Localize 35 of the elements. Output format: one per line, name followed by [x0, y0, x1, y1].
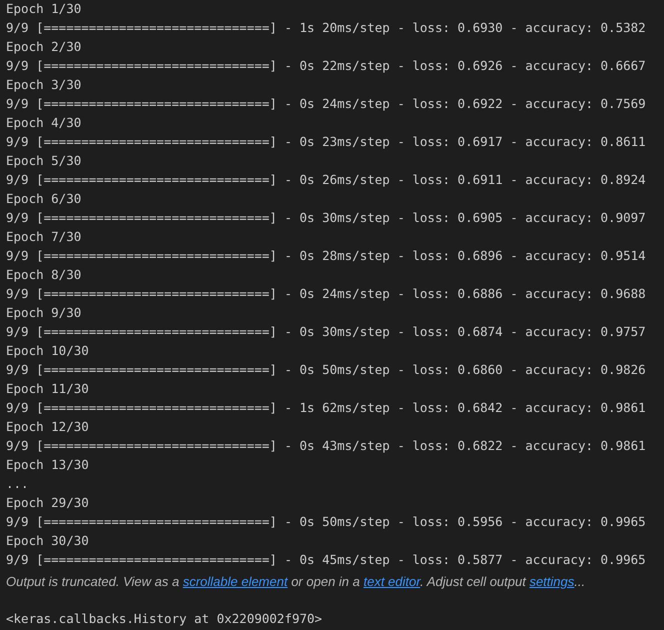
output-line: Epoch 1/30: [6, 0, 82, 18]
output-line: Epoch 8/30: [6, 266, 82, 284]
output-line: 9/9 [==============================] - 0s 22ms/step - loss: 0.6926 - accuracy: 0.6667: [6, 57, 646, 75]
output-line: Epoch 11/30: [6, 380, 89, 398]
notice-link[interactable]: scrollable element: [182, 574, 288, 589]
output-line: 9/9 [==============================] - 0s 26ms/step - loss: 0.6911 - accuracy: 0.8924: [6, 171, 646, 189]
output-line: 9/9 [==============================] - 0s 23ms/step - loss: 0.6917 - accuracy: 0.8611: [6, 133, 646, 151]
output-line: 9/9 [==============================] - 0s 24ms/step - loss: 0.6922 - accuracy: 0.7569: [6, 95, 646, 113]
output-line: 9/9 [==============================] - 0s 28ms/step - loss: 0.6896 - accuracy: 0.9514: [6, 247, 646, 265]
output-line: Epoch 4/30: [6, 114, 82, 132]
output-line: Epoch 10/30: [6, 342, 89, 360]
output-line: Epoch 29/30: [6, 494, 89, 512]
output-line: 9/9 [==============================] - 0s 50ms/step - loss: 0.5956 - accuracy: 0.9965: [6, 513, 646, 531]
output-line: Epoch 12/30: [6, 418, 89, 436]
output-line: Epoch 6/30: [6, 190, 82, 208]
output-line: 9/9 [==============================] - 0s 30ms/step - loss: 0.6905 - accuracy: 0.9097: [6, 209, 646, 227]
output-line: Epoch 3/30: [6, 76, 82, 94]
output-line: Epoch 9/30: [6, 304, 82, 322]
output-line: 9/9 [==============================] - 1s 20ms/step - loss: 0.6930 - accuracy: 0.5382: [6, 19, 646, 37]
notice-link[interactable]: text editor: [363, 574, 420, 589]
result-text: <keras.callbacks.History at 0x2209002f970>: [6, 610, 322, 628]
output-line: ...: [6, 475, 29, 493]
notice-link[interactable]: settings: [529, 574, 574, 589]
output-line: Epoch 13/30: [6, 456, 89, 474]
output-line: 9/9 [==============================] - 0s 30ms/step - loss: 0.6874 - accuracy: 0.9757: [6, 323, 646, 341]
output-line: 9/9 [==============================] - 0s 50ms/step - loss: 0.6860 - accuracy: 0.9826: [6, 361, 646, 379]
output-line: 9/9 [==============================] - 1s 62ms/step - loss: 0.6842 - accuracy: 0.9861: [6, 399, 646, 417]
output-line: Epoch 5/30: [6, 152, 82, 170]
output-line: Epoch 7/30: [6, 228, 82, 246]
truncation-notice: Output is truncated. View as a scrollable element or open in a text editor. Adjust cell output settings...: [6, 573, 586, 591]
output-line: 9/9 [==============================] - 0s 24ms/step - loss: 0.6886 - accuracy: 0.9688: [6, 285, 646, 303]
output-line: Epoch 30/30: [6, 532, 89, 550]
output-line: Epoch 2/30: [6, 38, 82, 56]
output-line: 9/9 [==============================] - 0s 43ms/step - loss: 0.6822 - accuracy: 0.9861: [6, 437, 646, 455]
output-line: 9/9 [==============================] - 0s 45ms/step - loss: 0.5877 - accuracy: 0.9965: [6, 551, 646, 569]
